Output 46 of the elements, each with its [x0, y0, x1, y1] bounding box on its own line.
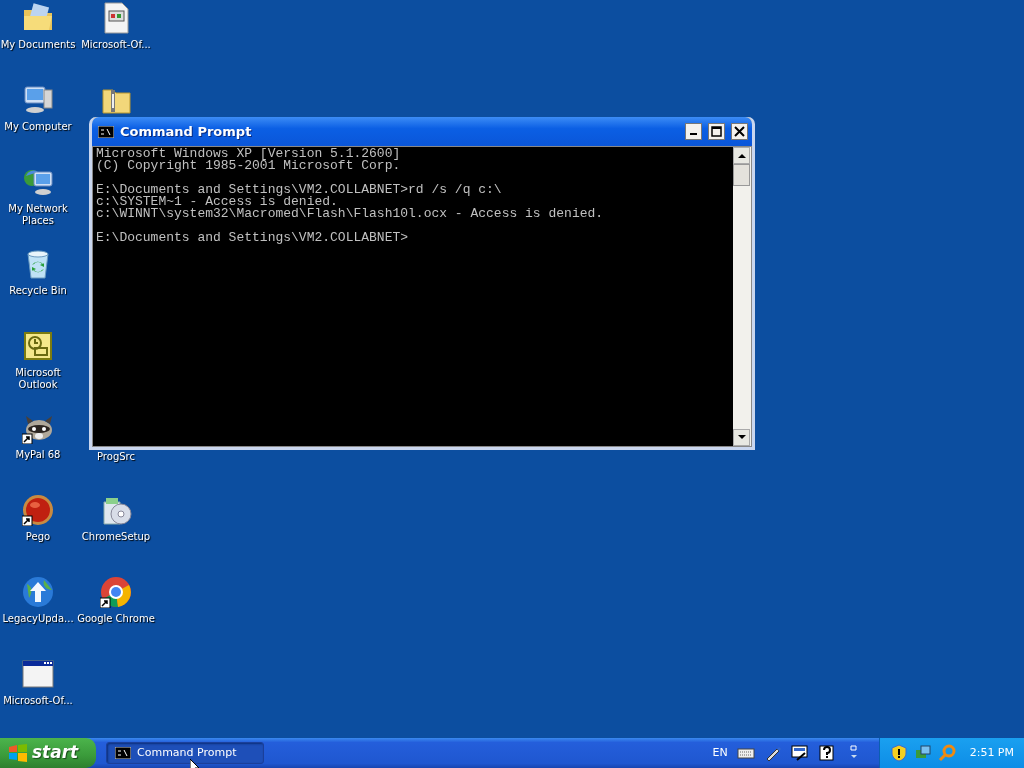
close-button[interactable]: [731, 123, 748, 140]
windows-flag-icon: [8, 744, 28, 762]
taskbar-button[interactable]: Command Prompt: [106, 742, 264, 764]
icon-label[interactable]: ChromeSetup: [77, 531, 155, 543]
application-window-icon[interactable]: [22, 658, 54, 690]
scroll-up-button[interactable]: [733, 147, 750, 164]
console-line: E:\Documents and Settings\VM2.COLLABNET>rd /s /q c:\: [96, 184, 503, 196]
icon-label[interactable]: Google Chrome: [77, 613, 155, 625]
maximize-icon: [710, 125, 723, 138]
icon-label[interactable]: Microsoft-Of...: [0, 695, 77, 707]
down-arrow-icon: [737, 435, 746, 440]
icon-label[interactable]: ProgSrc: [77, 451, 155, 463]
icon-label[interactable]: LegacyUpda...: [0, 613, 77, 625]
console-line: c:\WINNT\system32\Macromed\Flash\Flash10l.ocx - Access is denied.: [96, 208, 605, 220]
console-icon: [98, 125, 114, 138]
icon-label[interactable]: My Network Places: [0, 203, 77, 227]
scroll-thumb[interactable]: [733, 164, 750, 186]
console-line: (C) Copyright 1985-2001 Microsoft Corp.: [96, 160, 402, 172]
icon-label[interactable]: My Documents: [0, 39, 77, 51]
ball-icon[interactable]: [22, 494, 54, 526]
computer-icon[interactable]: [22, 84, 54, 116]
minimize-button[interactable]: [685, 123, 702, 140]
console-icon: [115, 747, 131, 759]
language-indicator[interactable]: EN: [712, 744, 728, 762]
calendar-icon[interactable]: [22, 330, 54, 362]
up-arrow-icon: [737, 153, 746, 158]
icon-label[interactable]: Pego: [0, 531, 77, 543]
maximize-button[interactable]: [708, 123, 725, 140]
help-icon[interactable]: [817, 744, 836, 762]
console-line: Microsoft Windows XP [Version 5.1.2600]: [96, 148, 402, 160]
icon-label[interactable]: Microsoft Outlook: [0, 367, 77, 391]
console-line: c:\SYSTEM~1 - Access is denied.: [96, 196, 338, 208]
window-title: Command Prompt: [120, 122, 253, 141]
icon-label[interactable]: Microsoft-Of...: [77, 39, 155, 51]
scrollbar[interactable]: [733, 147, 751, 446]
monitor-pen-icon[interactable]: [790, 744, 809, 762]
clock: 2:51 PM: [969, 744, 1014, 761]
chrome-browser-icon[interactable]: [100, 576, 132, 608]
close-icon: [733, 125, 746, 138]
minimize-icon: [690, 133, 697, 135]
console-line: E:\Documents and Settings\VM2.COLLABNET>: [96, 232, 410, 244]
scroll-down-button[interactable]: [733, 429, 750, 446]
icon-label[interactable]: MyPal 68: [0, 449, 77, 461]
icon-label[interactable]: My Computer: [0, 121, 77, 133]
icon-label[interactable]: Recycle Bin: [0, 285, 77, 297]
shield-icon[interactable]: [889, 744, 908, 762]
